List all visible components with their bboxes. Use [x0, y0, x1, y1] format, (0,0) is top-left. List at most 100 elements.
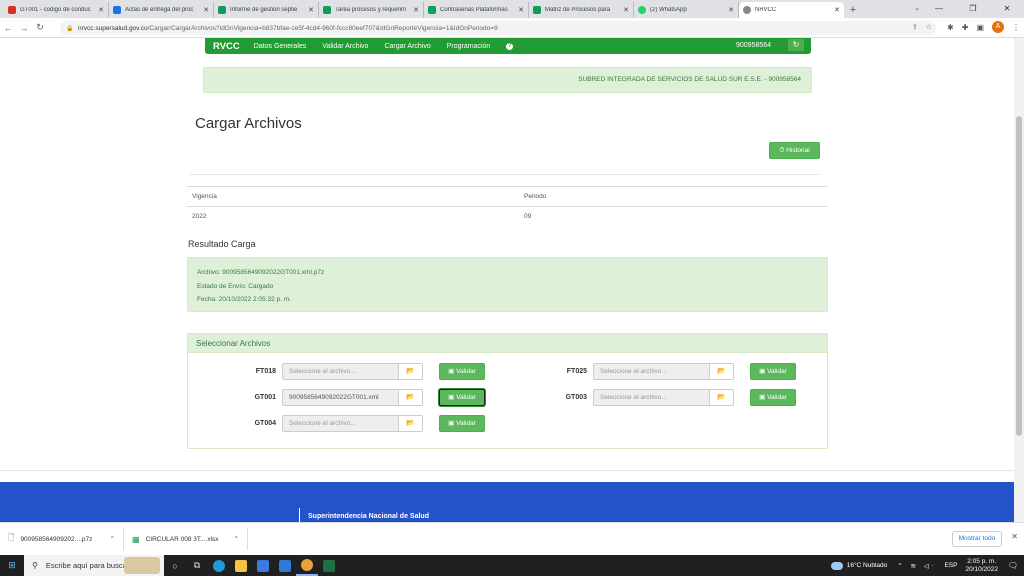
- back-icon[interactable]: ←: [0, 23, 16, 33]
- chevron-up-icon[interactable]: ⌃: [234, 535, 239, 543]
- close-icon[interactable]: ✕: [518, 6, 524, 14]
- divider: [190, 174, 820, 175]
- file-icon: 🗋: [8, 533, 15, 542]
- close-icon[interactable]: ✕: [728, 6, 734, 14]
- validate-button-gt004[interactable]: ▣ Validar: [439, 414, 485, 432]
- page-viewport: RVCC Datos Generales Validar Archivo Car…: [0, 38, 1014, 522]
- close-window-button[interactable]: ✕: [990, 0, 1024, 18]
- close-icon[interactable]: ✕: [308, 6, 314, 14]
- tab-search-icon[interactable]: ⌄: [914, 4, 920, 12]
- browser-tab[interactable]: (2) WhatsApp ✕: [634, 2, 739, 18]
- url-field[interactable]: 🔒 nrvcc.supersalud.gov.co/Cargar/CargarA…: [60, 21, 936, 35]
- nav-cargar-archivo[interactable]: Cargar Archivo: [384, 43, 430, 50]
- file-input-ft018[interactable]: Seleccione el archivo...: [282, 362, 399, 380]
- gmail-icon: [8, 6, 16, 14]
- file-input-gt003[interactable]: Seleccione el archivo...: [593, 388, 710, 406]
- folder-open-icon[interactable]: 📂: [710, 362, 734, 380]
- browser-toolbar-icons: ✱ ✚ ▣ A ⋮: [947, 21, 1020, 33]
- language-indicator[interactable]: ESP: [944, 562, 957, 569]
- browser-tab[interactable]: Matriz de Procesos para ✕: [529, 2, 634, 18]
- folder-open-icon[interactable]: 📂: [399, 362, 423, 380]
- page-scrollbar[interactable]: [1014, 38, 1024, 522]
- close-icon[interactable]: ✕: [623, 6, 629, 14]
- notification-icon[interactable]: 🗨: [1006, 561, 1020, 570]
- puzzle-icon[interactable]: ✚: [962, 23, 969, 32]
- file-code-label: GT003: [565, 393, 587, 401]
- store-icon[interactable]: [252, 555, 274, 576]
- history-button[interactable]: ⏱ Historial: [769, 142, 820, 159]
- minimize-button[interactable]: —: [922, 0, 956, 18]
- chevron-up-icon[interactable]: ⌃: [110, 535, 115, 543]
- browser-tab[interactable]: Actas de entrega del proc ✕: [109, 2, 214, 18]
- close-icon[interactable]: ✕: [1011, 532, 1018, 541]
- profile-avatar[interactable]: A: [992, 21, 1004, 33]
- file-input-gt001[interactable]: 9009585649092022GT001.xml: [282, 388, 399, 406]
- save-icon: ▣: [448, 393, 457, 401]
- bookmark-star-icon[interactable]: ☆: [926, 23, 932, 31]
- show-all-button[interactable]: Mostrar todo: [952, 531, 1002, 547]
- system-tray: 16°C Nublado ⌃ ≋ ◁ᐧ ESP 2:05 p. m. 20/10…: [830, 555, 1024, 576]
- folder-open-icon[interactable]: 📂: [710, 388, 734, 406]
- file-explorer-icon[interactable]: [230, 555, 252, 576]
- app-navbar: RVCC Datos Generales Validar Archivo Car…: [205, 38, 811, 54]
- entity-banner: SUBRED INTEGRADA DE SERVICIOS DE SALUD S…: [203, 67, 812, 93]
- folder-open-icon[interactable]: 📂: [399, 388, 423, 406]
- download-item[interactable]: ▦ CIRCULAR 008 3T....xlsx ⌃: [124, 528, 248, 550]
- app-brand[interactable]: RVCC: [213, 41, 240, 52]
- excel-icon[interactable]: [318, 555, 340, 576]
- validate-button-gt003[interactable]: ▣ Validar: [750, 388, 796, 406]
- windows-start-icon[interactable]: ⊞: [0, 560, 24, 571]
- download-item[interactable]: 🗋 900958564909202....p7z ⌃: [0, 528, 124, 550]
- close-icon[interactable]: ✕: [203, 6, 209, 14]
- browser-tab-active[interactable]: NRVCC ✕: [739, 2, 844, 18]
- chrome-icon[interactable]: [296, 555, 318, 576]
- new-tab-button[interactable]: +: [844, 2, 862, 18]
- clock[interactable]: 2:05 p. m. 20/10/2022: [965, 558, 998, 574]
- table-row: 2022 09: [187, 206, 828, 226]
- save-icon: ▣: [448, 367, 457, 375]
- reload-icon[interactable]: ↻: [32, 22, 48, 33]
- sheets-icon: [323, 6, 331, 14]
- result-file: Archivo: 9009585649092022GT001.xml.p7z: [197, 269, 325, 276]
- close-icon[interactable]: ✕: [98, 6, 104, 14]
- taskbar-search[interactable]: ⚲ Escribe aquí para buscar: [24, 555, 164, 576]
- forward-icon[interactable]: →: [16, 23, 32, 33]
- close-icon[interactable]: ✕: [413, 6, 419, 14]
- drive-icon: [113, 6, 121, 14]
- nav-datos-generales[interactable]: Datos Generales: [254, 43, 307, 50]
- share-icon[interactable]: ⇪: [912, 23, 918, 31]
- file-input-gt004[interactable]: Seleccione el archivo...: [282, 414, 399, 432]
- task-view-icon[interactable]: ⧉: [186, 555, 208, 576]
- browser-tab[interactable]: Tarea procesos y requerim ✕: [319, 2, 424, 18]
- refresh-icon[interactable]: ↻: [788, 39, 804, 51]
- browser-tab[interactable]: GT001 - codigo de conduc ✕: [4, 2, 109, 18]
- validate-button-ft018[interactable]: ▣ Validar: [439, 362, 485, 380]
- lock-icon[interactable]: 🔒: [66, 25, 74, 32]
- scrollbar-thumb[interactable]: [1016, 116, 1022, 436]
- tray-icons[interactable]: ⌃ ≋ ◁ᐧ: [897, 562, 936, 570]
- browser-tab[interactable]: Informe de gestión septie ✕: [214, 2, 319, 18]
- edge-icon[interactable]: [208, 555, 230, 576]
- file-code-label: FT018: [255, 367, 276, 375]
- folder-open-icon[interactable]: 📂: [399, 414, 423, 432]
- sidepanel-icon[interactable]: ▣: [976, 23, 984, 32]
- sheets-icon: [218, 6, 226, 14]
- menu-icon[interactable]: ⋮: [1012, 23, 1020, 32]
- help-icon[interactable]: ?: [506, 42, 514, 50]
- nav-programacion[interactable]: Programación: [447, 43, 491, 50]
- vigencia-header: Vigencia: [192, 193, 217, 200]
- footer-title: Superintendencia Nacional de Salud: [308, 513, 429, 520]
- restore-button[interactable]: ❐: [956, 0, 990, 18]
- validate-button-ft025[interactable]: ▣ Validar: [750, 362, 796, 380]
- mail-icon[interactable]: [274, 555, 296, 576]
- file-input-ft025[interactable]: Seleccione el archivo...: [593, 362, 710, 380]
- cloud-icon: [830, 561, 843, 570]
- nav-validar-archivo[interactable]: Validar Archivo: [322, 43, 368, 50]
- extension-icon[interactable]: ✱: [947, 23, 954, 32]
- cortana-icon[interactable]: ○: [164, 555, 186, 576]
- validate-button-gt001[interactable]: ▣ Validar: [439, 388, 485, 406]
- close-icon[interactable]: ✕: [834, 6, 840, 14]
- weather-widget[interactable]: 16°C Nublado: [830, 561, 887, 570]
- result-status: Estado de Envío: Cargado: [197, 282, 274, 290]
- browser-tab[interactable]: Contraseñas Plataformas ✕: [424, 2, 529, 18]
